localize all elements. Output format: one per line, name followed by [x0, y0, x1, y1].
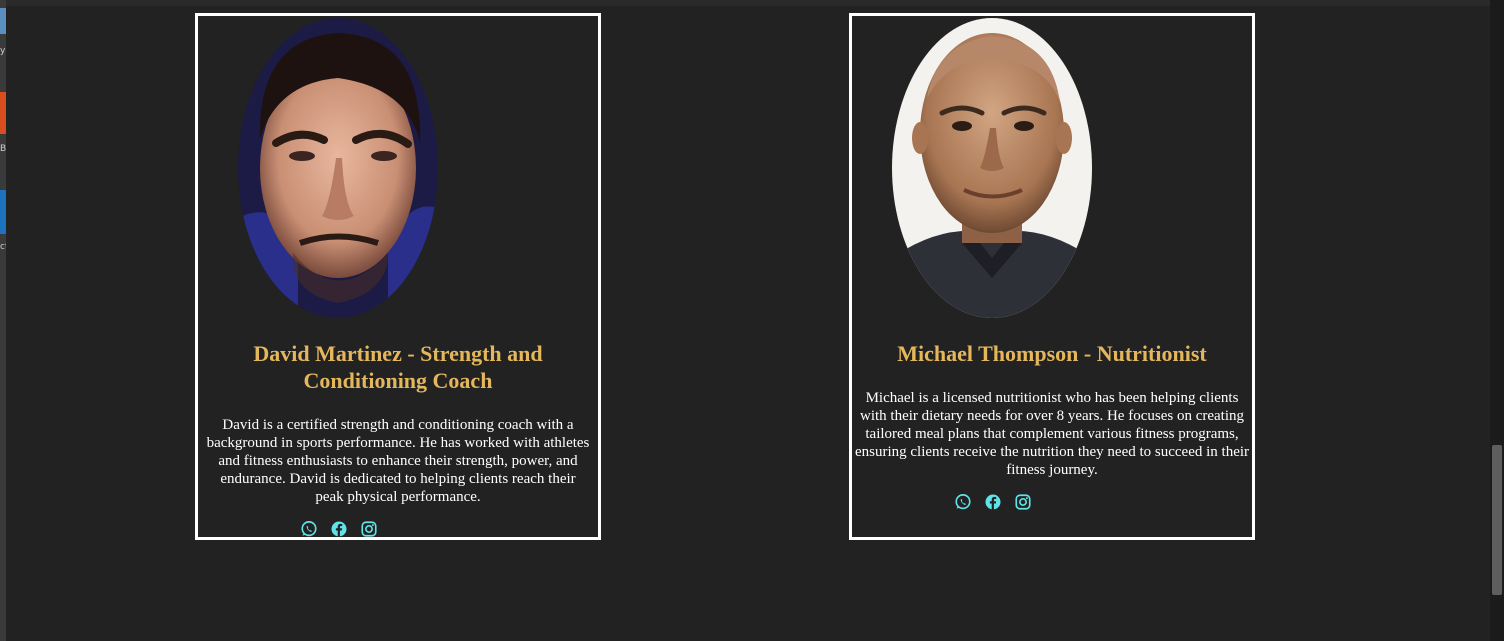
- desktop-shortcut-icon[interactable]: [0, 92, 6, 134]
- top-edge: [6, 0, 1490, 6]
- desktop-shortcut-label: y: [0, 46, 6, 56]
- page-scrollbar[interactable]: [1490, 0, 1504, 641]
- trainer-name: David Martinez - Strength and Conditioni…: [253, 341, 543, 393]
- trainer-card: David Martinez - Strength and Conditioni…: [195, 13, 601, 540]
- instagram-icon[interactable]: [1014, 493, 1032, 511]
- trainer-name: Michael Thompson - Nutritionist: [897, 341, 1207, 366]
- social-links: [793, 493, 1193, 511]
- social-links: [139, 520, 539, 538]
- trainer-photo: [238, 18, 438, 318]
- desktop-shortcut-icon[interactable]: [0, 8, 6, 34]
- desktop-shortcut-label: Br: [0, 144, 6, 154]
- trainer-card: Michael Thompson - Nutritionist Michael …: [849, 13, 1255, 540]
- desktop-shortcut-icon[interactable]: [0, 190, 6, 234]
- facebook-icon[interactable]: [330, 520, 348, 538]
- trainer-bio: David is a certified strength and condit…: [206, 417, 590, 505]
- desktop-shortcut-label: ct: [0, 242, 6, 252]
- facebook-icon[interactable]: [984, 493, 1002, 511]
- instagram-icon[interactable]: [360, 520, 378, 538]
- trainer-bio: Michael is a licensed nutritionist who h…: [854, 390, 1250, 478]
- trainer-photo: [892, 18, 1092, 318]
- scrollbar-thumb[interactable]: [1492, 445, 1502, 595]
- whatsapp-icon[interactable]: [300, 520, 318, 538]
- whatsapp-icon[interactable]: [954, 493, 972, 511]
- desktop-icon-strip: y Br ct: [0, 0, 6, 641]
